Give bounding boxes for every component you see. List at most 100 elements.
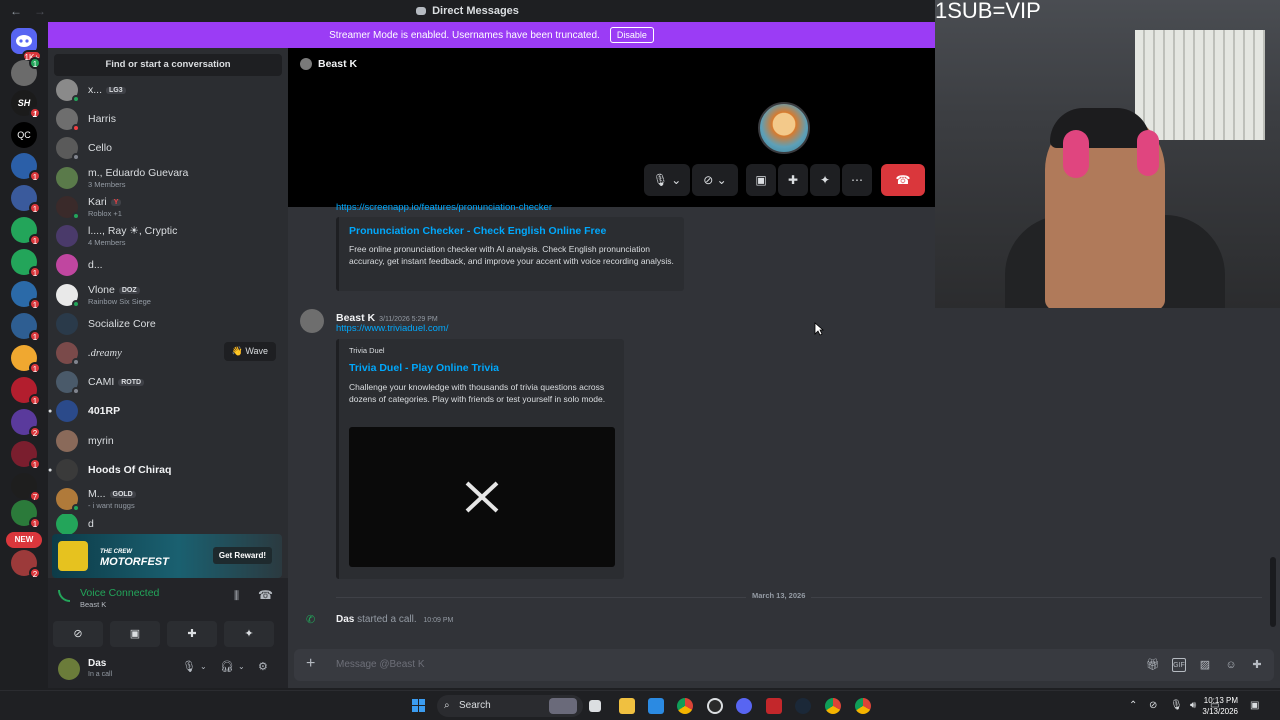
new-pill[interactable]: NEW <box>6 532 42 548</box>
server-icon[interactable]: 1 <box>11 441 41 470</box>
voice-channel[interactable]: Beast K <box>80 600 106 609</box>
home-button[interactable]: 1K+ <box>11 28 42 62</box>
embed-title[interactable]: Trivia Duel - Play Online Trivia <box>349 362 499 374</box>
dm-item[interactable]: Socialize Core <box>56 310 280 338</box>
acrobat-icon[interactable] <box>766 698 782 714</box>
call-participant-avatar[interactable] <box>758 102 810 154</box>
partial-link[interactable]: https://screenapp.io/features/pronunciat… <box>336 202 552 212</box>
screen-share-button[interactable]: ▣ <box>110 621 160 647</box>
headphones-icon[interactable]: 🎧︎ <box>220 660 234 673</box>
volume-icon[interactable]: 🔊︎ <box>1190 700 1196 711</box>
dm-item[interactable]: CAMI ROTD <box>56 368 280 396</box>
soundboard-button[interactable]: ✦ <box>224 621 274 647</box>
server-icon[interactable]: 1 <box>11 153 41 182</box>
dm-item[interactable]: .dreamy 👋 Wave <box>56 339 280 367</box>
dm-item[interactable]: Cello <box>56 134 280 162</box>
server-icon[interactable]: 1 <box>11 345 41 374</box>
user-avatar[interactable] <box>58 658 80 680</box>
system-author[interactable]: Das <box>336 614 354 625</box>
message-input[interactable]: Message @Beast K <box>336 659 425 670</box>
promo-banner[interactable]: THE CREW MOTORFEST Get Reward! <box>52 534 282 578</box>
dm-item[interactable]: Kari Y Roblox +1 <box>56 193 280 221</box>
gear-icon[interactable]: ⚙ <box>258 660 268 673</box>
chrome-icon[interactable] <box>855 698 871 714</box>
apps-icon[interactable]: ✚ <box>1250 658 1264 672</box>
embed-provider[interactable]: Trivia Duel <box>349 346 385 355</box>
server-icon[interactable]: 1 <box>11 57 41 86</box>
message-avatar[interactable] <box>300 309 324 333</box>
dm-item[interactable]: d... <box>56 251 280 279</box>
server-icon[interactable]: SH 1 <box>11 90 41 119</box>
gift-icon[interactable]: 🎁︎ <box>1146 658 1160 672</box>
dm-item[interactable]: l...., Ray ☀, Cryptic 4 Members <box>56 222 280 250</box>
task-view-icon[interactable] <box>589 700 601 712</box>
dm-item[interactable]: ● 401RP <box>48 397 280 425</box>
screen-share-button[interactable]: ▣ <box>746 164 776 196</box>
noise-suppression-icon[interactable]: ⫼ <box>234 590 239 603</box>
notifications-icon[interactable]: ▣ <box>1250 700 1259 711</box>
dm-name: 401RP <box>88 405 121 417</box>
activities-button[interactable]: ✚ <box>167 621 217 647</box>
more-options-button[interactable]: ⋯ <box>842 164 872 196</box>
server-icon[interactable]: 2 <box>11 550 41 579</box>
server-icon[interactable]: 1 <box>11 377 41 406</box>
user-name[interactable]: Das <box>88 658 106 669</box>
server-icon[interactable]: 7 <box>11 473 41 502</box>
server-icon[interactable]: 2 <box>11 409 41 438</box>
chrome-icon[interactable] <box>825 698 841 714</box>
disable-button[interactable]: Disable <box>609 27 654 43</box>
network-icon[interactable]: ⊘ <box>1149 700 1157 711</box>
dm-item[interactable]: M... GOLD - i want nuggs <box>56 485 280 513</box>
soundboard-button[interactable]: ✦ <box>810 164 840 196</box>
windows-start-icon[interactable] <box>412 699 426 713</box>
embed-title[interactable]: Pronunciation Checker - Check English On… <box>349 225 606 237</box>
get-reward-button[interactable]: Get Reward! <box>212 547 272 564</box>
chevron-up-icon[interactable]: ⌃ <box>1129 700 1137 711</box>
taskbar-search[interactable]: ⌕ Search <box>437 695 583 717</box>
microphone-icon[interactable]: 🎙︎ <box>1170 700 1183 711</box>
dm-item[interactable]: x... LG3 <box>56 76 280 104</box>
store-icon[interactable] <box>648 698 664 714</box>
server-icon[interactable]: 1 <box>11 281 41 310</box>
dm-item[interactable]: ● Hoods Of Chiraq <box>48 456 280 484</box>
obs-icon[interactable] <box>707 698 723 714</box>
camera-button[interactable]: ⊘ ⌄ <box>692 164 738 196</box>
taskbar-clock[interactable]: 10:13 PM 3/13/2026 <box>1202 695 1238 717</box>
end-call-button[interactable]: ☎ <box>881 164 925 196</box>
signal-icon[interactable] <box>58 590 70 602</box>
voice-status[interactable]: Voice Connected <box>80 587 159 599</box>
emoji-icon[interactable]: ☺ <box>1224 658 1238 672</box>
dm-item[interactable]: m., Eduardo Guevara 3 Members <box>56 164 280 192</box>
file-explorer-icon[interactable] <box>619 698 635 714</box>
sticker-icon[interactable]: ▨ <box>1198 658 1212 672</box>
server-icon[interactable]: QC <box>11 122 37 148</box>
embed-image[interactable] <box>349 427 615 567</box>
disconnect-icon[interactable]: ☎ <box>258 588 273 602</box>
message-link[interactable]: https://www.triviaduel.com/ <box>336 323 448 334</box>
find-conversation-button[interactable]: Find or start a conversation <box>54 54 282 76</box>
dm-item[interactable]: Vlone DOZ Rainbow Six Siege <box>56 281 280 309</box>
header-name[interactable]: Beast K <box>318 58 357 70</box>
server-icon[interactable]: 1 <box>11 249 41 278</box>
dm-item[interactable]: myrin <box>56 427 280 455</box>
add-attachment-icon[interactable]: + <box>306 655 315 673</box>
gif-icon[interactable]: GIF <box>1172 658 1186 672</box>
scrollbar[interactable] <box>1270 557 1276 627</box>
dm-item[interactable]: d <box>56 514 280 534</box>
steam-icon[interactable] <box>795 698 811 714</box>
activities-button[interactable]: ✚ <box>778 164 808 196</box>
chevron-down-icon[interactable]: ⌄ <box>200 662 207 671</box>
server-icon[interactable]: 1 <box>11 313 41 342</box>
server-icon[interactable]: 1 <box>11 217 41 246</box>
mute-button[interactable]: 🎙︎ ⌄ <box>644 164 690 196</box>
dm-item[interactable]: Harris <box>56 105 280 133</box>
discord-icon[interactable] <box>736 698 752 714</box>
wave-button[interactable]: 👋 Wave <box>223 342 276 361</box>
camera-off-button[interactable]: ⊘ <box>53 621 103 647</box>
microphone-icon[interactable]: 🎙︎ <box>182 660 196 673</box>
server-icon[interactable]: 1 <box>11 500 41 529</box>
chrome-icon[interactable] <box>677 698 693 714</box>
title-bar: ← → Direct Messages <box>0 0 935 22</box>
server-icon[interactable]: 1 <box>11 185 41 214</box>
chevron-down-icon[interactable]: ⌄ <box>238 662 245 671</box>
